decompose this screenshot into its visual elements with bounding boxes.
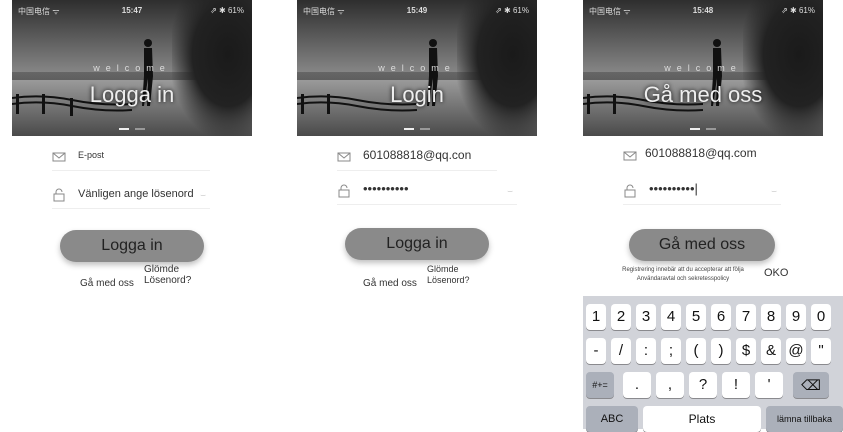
key-abc[interactable]: ABC (586, 406, 638, 432)
key-dollar[interactable]: $ (736, 338, 756, 364)
key-dash[interactable]: - (586, 338, 606, 364)
register-link[interactable]: Gå med oss (80, 278, 134, 289)
eye-hidden-icon[interactable]: ⌣ (507, 186, 513, 197)
email-value: 601088818@qq.con (363, 148, 472, 162)
carousel-indicator (12, 117, 252, 135)
password-field[interactable]: •••••••••• ⌣ (337, 178, 517, 205)
carousel-indicator (583, 117, 823, 135)
eye-hidden-icon[interactable]: ⌣ (771, 186, 777, 197)
welcome-text: welcome (378, 63, 456, 73)
welcome-text: welcome (93, 63, 171, 73)
key-colon[interactable]: : (636, 338, 656, 364)
password-value: ••••••••••| (649, 181, 698, 196)
status-bar: 中国电信 ᯤ 15:49 ⇗ ✱ 61% (297, 6, 537, 18)
mail-icon (623, 151, 637, 161)
password-placeholder: Vänligen ange lösenord (78, 188, 194, 200)
password-value: •••••••••• (363, 181, 409, 196)
numeric-keyboard: 1 2 3 4 5 6 7 8 9 0 - / : ; ( ) $ & @ " … (583, 296, 843, 432)
key-4[interactable]: 4 (661, 304, 681, 330)
email-field[interactable]: 601088818@qq.com (623, 143, 773, 169)
key-at[interactable]: @ (786, 338, 806, 364)
key-5[interactable]: 5 (686, 304, 706, 330)
carousel-indicator (297, 117, 537, 135)
key-comma[interactable]: , (656, 372, 684, 398)
key-close-paren[interactable]: ) (711, 338, 731, 364)
hero-title: Logga in (89, 82, 175, 107)
lock-icon (53, 188, 65, 202)
hero-title: Gå med oss (643, 82, 763, 107)
space-key[interactable]: Plats (643, 406, 761, 432)
forgot-password-link[interactable]: Glömde Lösenord? (144, 264, 204, 286)
key-6[interactable]: 6 (711, 304, 731, 330)
return-key[interactable]: lämna tillbaka (766, 406, 843, 432)
hero-title: Login (390, 82, 444, 107)
password-field[interactable]: ••••••••••| ⌣ (623, 178, 781, 205)
key-8[interactable]: 8 (761, 304, 781, 330)
status-icons: ⇗ ✱ 61% (495, 6, 529, 15)
hero-banner: 中国电信 ᯤ 15:49 ⇗ ✱ 61% welcome Login (297, 0, 537, 136)
terms-link[interactable]: Användaravtal och sekretesspolicy (603, 275, 763, 284)
key-quote[interactable]: " (811, 338, 831, 364)
register-link[interactable]: Gå med oss (363, 278, 417, 289)
terms-ok-button[interactable]: OKO (764, 267, 788, 279)
login-button[interactable]: Logga in (60, 230, 204, 262)
status-icons: ⇗ ✱ 61% (781, 6, 815, 15)
key-9[interactable]: 9 (786, 304, 806, 330)
email-placeholder: E-post (78, 150, 105, 160)
lock-icon (624, 184, 636, 198)
terms-notice: Registrering innebär att du accepterar a… (603, 266, 763, 284)
status-icons: ⇗ ✱ 61% (210, 6, 244, 15)
mail-icon (337, 152, 351, 162)
key-apostrophe[interactable]: ' (755, 372, 783, 398)
password-field[interactable]: Vänligen ange lösenord ⌣ (52, 182, 210, 209)
hero-banner: 中国电信 ᯤ 15:48 ⇗ ✱ 61% welcome Gå med oss (583, 0, 823, 136)
eye-hidden-icon[interactable]: ⌣ (200, 190, 206, 201)
key-0[interactable]: 0 (811, 304, 831, 330)
email-value: 601088818@qq.com (645, 146, 757, 160)
key-1[interactable]: 1 (586, 304, 606, 330)
terms-line-1: Registrering innebär att du accepterar a… (622, 267, 744, 273)
key-symbols[interactable]: #+= (586, 372, 614, 398)
email-field[interactable]: 601088818@qq.con (337, 144, 497, 171)
key-period[interactable]: . (623, 372, 651, 398)
lock-icon (338, 184, 350, 198)
status-bar: 中国电信 ᯤ 15:48 ⇗ ✱ 61% (583, 6, 823, 18)
welcome-text: welcome (664, 63, 742, 73)
backspace-icon[interactable]: ⌫ (793, 372, 829, 398)
key-question[interactable]: ? (689, 372, 717, 398)
key-exclamation[interactable]: ! (722, 372, 750, 398)
forgot-password-link[interactable]: Glömde Lösenord? (427, 264, 487, 286)
key-ampersand[interactable]: & (761, 338, 781, 364)
key-semicolon[interactable]: ; (661, 338, 681, 364)
login-button[interactable]: Logga in (345, 228, 489, 260)
key-7[interactable]: 7 (736, 304, 756, 330)
status-bar: 中国电信 ᯤ 15:47 ⇗ ✱ 61% (12, 6, 252, 18)
email-field[interactable]: E-post (52, 144, 210, 171)
screen-login-filled: 中国电信 ᯤ 15:49 ⇗ ✱ 61% welcome Login 60108… (297, 0, 537, 429)
mail-icon (52, 152, 66, 162)
key-open-paren[interactable]: ( (686, 338, 706, 364)
key-3[interactable]: 3 (636, 304, 656, 330)
key-slash[interactable]: / (611, 338, 631, 364)
key-2[interactable]: 2 (611, 304, 631, 330)
join-button[interactable]: Gå med oss (629, 229, 775, 261)
hero-banner: 中国电信 ᯤ 15:47 ⇗ ✱ 61% welcome Logga in (12, 0, 252, 136)
screen-login-empty: 中国电信 ᯤ 15:47 ⇗ ✱ 61% welcome Logga in E-… (12, 0, 252, 429)
